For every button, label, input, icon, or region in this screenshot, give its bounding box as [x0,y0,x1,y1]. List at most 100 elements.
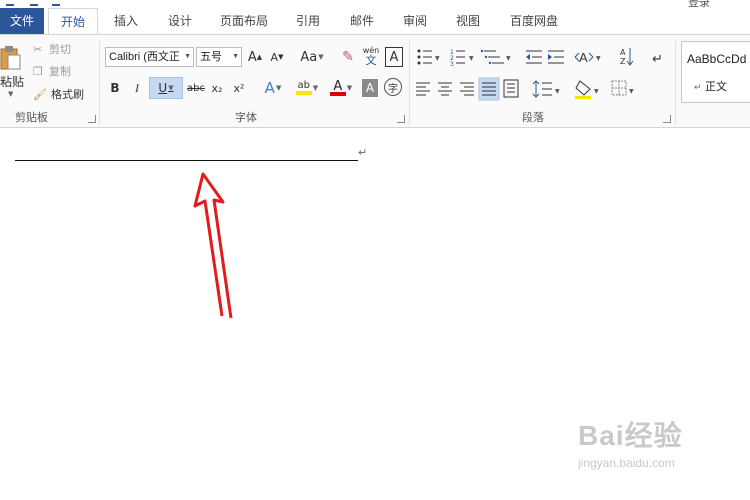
grow-font-button[interactable]: A ▲ [246,47,264,67]
subscript-button[interactable]: x₂ [208,77,226,99]
style-normal[interactable]: AaBbCcDd ↵ 正文 [681,41,750,103]
tab-home[interactable]: 开始 [48,8,98,35]
shrink-font-icon: A [270,50,279,64]
svg-text:▼: ▼ [506,55,511,62]
paragraph-launcher-icon[interactable] [663,115,671,123]
character-shading-button[interactable]: A [362,79,378,97]
shading-icon[interactable]: ▼ [575,80,599,99]
paste-dropdown-icon[interactable]: ▼ [8,90,13,98]
bold-button[interactable]: B [106,77,124,99]
font-color-button[interactable]: A ▼ [326,77,356,99]
increase-indent-icon[interactable] [548,50,564,64]
document-page[interactable]: ↵ Bai经验 jingyan.baidu.com [0,128,750,500]
tab-references[interactable]: 引用 [286,8,330,34]
change-case-icon: Aa [300,49,318,65]
font-color-bar [329,91,346,96]
style-sample-text: AaBbCcDd [687,52,747,66]
multilevel-list-icon[interactable]: ▼ [480,49,511,65]
text-effects-button[interactable]: A ▼ [258,77,288,99]
character-border-button[interactable]: A [385,47,403,67]
group-label-font: 字体 [235,111,257,124]
italic-button[interactable]: I [128,77,146,99]
paragraph-mark-icon: ↵ [694,83,702,93]
sort-icon[interactable]: AZ [620,48,634,66]
distributed-icon[interactable] [503,79,519,98]
clear-formatting-button[interactable]: ✎ [338,47,358,67]
tab-review[interactable]: 审阅 [393,8,437,34]
text-effects-icon: A [264,79,275,97]
svg-text:▼: ▼ [629,88,634,95]
font-name-dropdown-icon[interactable]: ▼ [184,48,191,66]
highlight-button[interactable]: ab ▼ [292,77,322,99]
tab-insert[interactable]: 插入 [104,8,148,34]
ribbon-home: 粘贴 ▼ ✂ 剪切 ❐ 复制 🖌 格式刷 剪贴板 Calibri (西文正 ▼ … [0,34,750,128]
paste-label: 粘贴 [0,74,25,89]
copy-label: 复制 [49,65,71,78]
group-divider [99,41,100,125]
character-border-icon: A [389,49,399,65]
quick-access-redo-icon[interactable] [52,0,60,6]
enclose-characters-button[interactable]: 字 [384,78,402,96]
chinese-layout-icon[interactable]: A ▼ [574,50,601,65]
paste-icon [0,45,21,69]
numbering-icon[interactable]: 123 ▼ [450,49,474,68]
line-spacing-icon[interactable]: ▼ [532,80,560,98]
quick-access-undo-icon[interactable] [30,0,38,6]
tab-mailings[interactable]: 邮件 [340,8,384,34]
group-label-paragraph: 段落 [522,111,544,124]
shrink-font-button[interactable]: A ▼ [268,47,286,67]
show-formatting-marks-icon[interactable]: ↵ [652,52,663,67]
pinyin-char: 文 [365,54,377,67]
watermark-url: jingyan.baidu.com [578,456,675,470]
arrow-shape [193,172,233,319]
cut-button[interactable]: ✂ 剪切 [33,40,83,58]
strikethrough-button[interactable]: abc [186,77,206,99]
bullets-icon[interactable]: ▼ [417,49,441,65]
borders-icon[interactable]: ▼ [611,80,634,96]
eraser-icon: ✎ [342,49,354,65]
font-color-glyph: A [333,78,343,94]
strikethrough-icon: abc [187,82,205,94]
watermark-brand: Bai经验 [578,420,683,451]
title-bar: 登录 [0,0,750,9]
superscript-button[interactable]: x² [230,77,248,99]
font-size-dropdown-icon[interactable]: ▼ [232,48,239,66]
paste-button[interactable]: 粘贴 ▼ [0,39,26,103]
clipboard-launcher-icon[interactable] [88,115,96,123]
scissors-icon: ✂ [33,42,43,56]
change-case-button[interactable]: Aa ▼ [296,47,328,67]
font-launcher-icon[interactable] [397,115,405,123]
quick-access-save-icon[interactable] [6,0,14,6]
font-name-combo[interactable]: Calibri (西文正 ▼ [105,47,194,67]
tab-page-layout[interactable]: 页面布局 [212,8,276,34]
highlighter-icon: ab [295,80,312,95]
grow-font-icon: A [247,49,257,65]
align-right-icon[interactable] [460,82,474,96]
highlight-color-bar [295,91,312,95]
highlight-glyph: ab [297,80,311,91]
justify-icon[interactable] [478,77,500,101]
baidu-jingyan-watermark: Bai经验 jingyan.baidu.com [578,414,683,470]
svg-text:↵: ↵ [652,52,663,67]
cut-label: 剪切 [49,43,71,56]
phonetic-guide-button[interactable]: wén 文 [360,43,382,69]
align-left-icon[interactable] [416,82,430,96]
format-painter-button[interactable]: 🖌 格式刷 [33,85,93,103]
tab-baidu-netdisk[interactable]: 百度网盘 [502,8,566,34]
svg-text:▼: ▼ [555,88,560,95]
svg-text:A: A [579,50,588,65]
svg-text:▼: ▼ [596,55,601,62]
tab-design[interactable]: 设计 [158,8,202,34]
format-painter-label: 格式刷 [51,88,84,101]
font-name-value: Calibri (西文正 [109,51,180,63]
group-divider [409,41,410,125]
tab-view[interactable]: 视图 [446,8,490,34]
font-size-combo[interactable]: 五号 ▼ [196,47,242,67]
tab-file[interactable]: 文件 [0,8,44,34]
copy-button[interactable]: ❐ 复制 [33,62,83,80]
decrease-indent-icon[interactable] [526,50,542,64]
subscript-icon: x₂ [211,81,223,95]
underline-button[interactable]: U ▼ [149,77,183,99]
svg-text:▼: ▼ [469,55,474,62]
align-center-icon[interactable] [438,82,452,96]
